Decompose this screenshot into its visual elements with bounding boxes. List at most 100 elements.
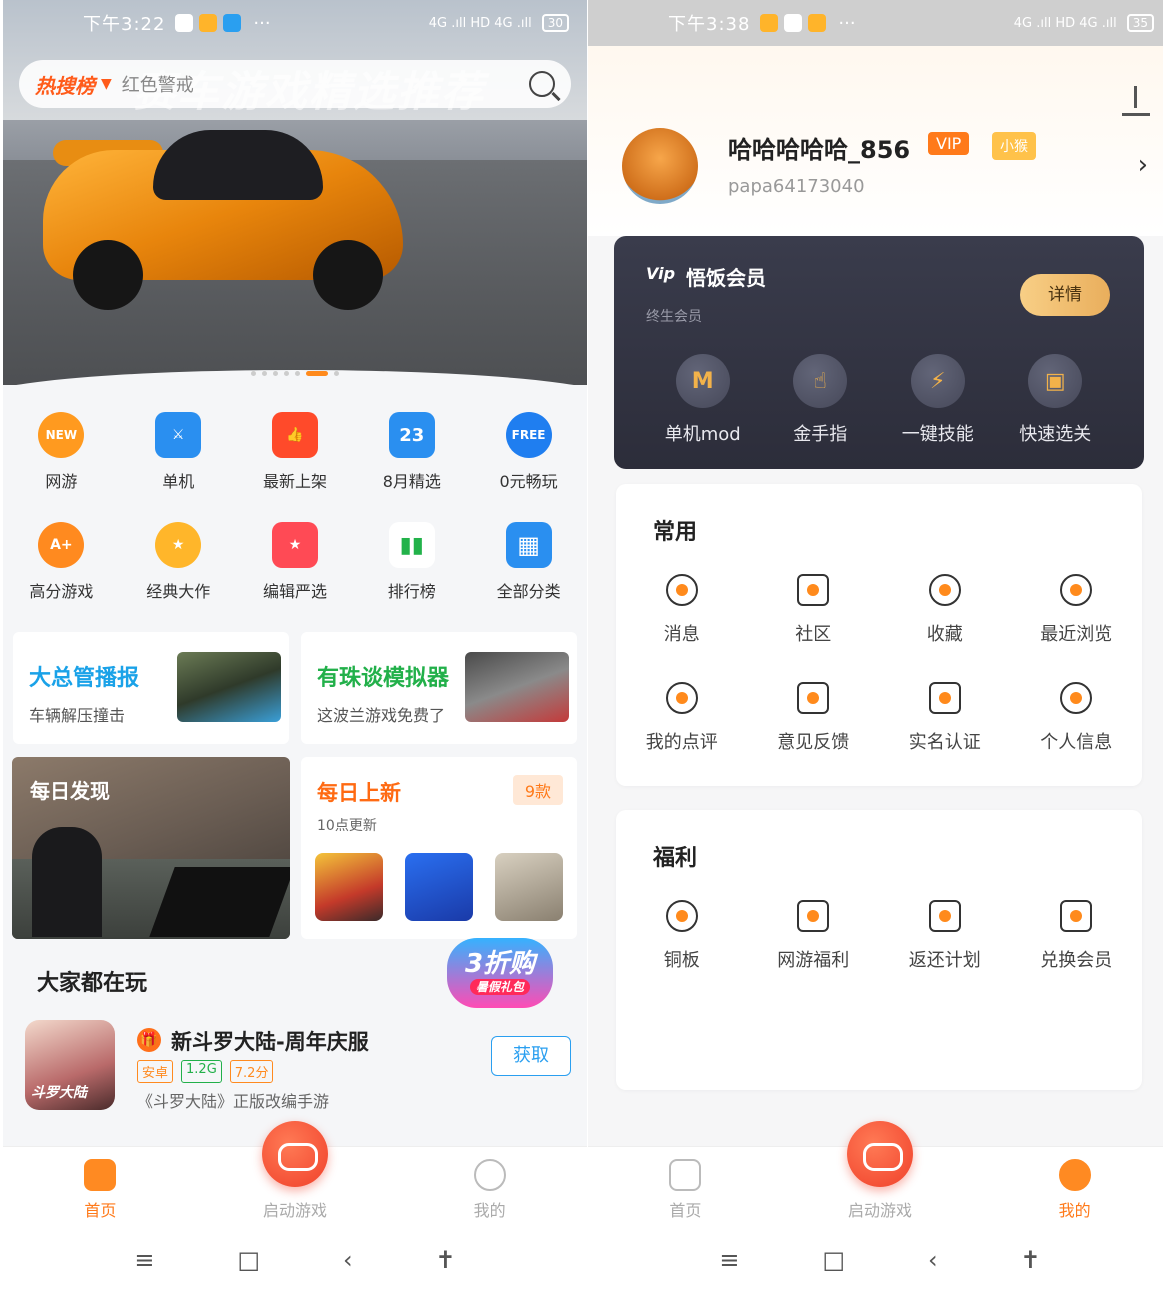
category-monthly[interactable]: 23 8月精选 xyxy=(353,412,470,492)
notification-icon xyxy=(760,14,779,32)
menu-icon[interactable]: ≡ xyxy=(719,1246,739,1274)
menu-favorites[interactable]: 收藏 xyxy=(879,574,1011,646)
daily-discover-card[interactable]: 每日发现 xyxy=(12,757,290,939)
search-icon[interactable] xyxy=(529,71,555,97)
avatar[interactable] xyxy=(622,128,698,204)
category-label: 排行榜 xyxy=(387,582,436,601)
promo-card-simulator[interactable]: 有珠谈模拟器 这波兰游戏免费了 xyxy=(301,632,577,744)
game-thumbnail[interactable]: 斗罗大陆 xyxy=(25,1020,115,1110)
tab-launch-game[interactable]: 启动游戏 xyxy=(783,1121,978,1226)
status-bar: 下午3:38 ··· 4G .ıll HD 4G .ıll 35 xyxy=(588,0,1163,46)
menu-feedback[interactable]: 意见反馈 xyxy=(748,682,880,754)
feature-skill[interactable]: ⚡ 一键技能 xyxy=(879,354,997,446)
daily-new-card[interactable]: 每日上新 9款 10点更新 xyxy=(301,757,577,939)
tab-label: 启动游戏 xyxy=(263,1201,328,1220)
basket-icon: ★ xyxy=(271,522,318,568)
home-screen: 赛车游戏精选推荐 下午3:22 ··· 4G .ıll HD 4G .ıll 3… xyxy=(3,0,587,1293)
thumbs-up-icon: 👍 xyxy=(271,412,318,458)
promo-title: 有珠谈模拟器 xyxy=(317,666,450,691)
new-game-thumb[interactable] xyxy=(495,853,563,921)
category-ranking[interactable]: ▮▮ 排行榜 xyxy=(353,522,470,602)
star-icon xyxy=(928,574,961,606)
menu-reviews[interactable]: 我的点评 xyxy=(616,682,748,754)
sale-badge-text: 3折购 xyxy=(464,949,536,979)
free-icon: FREE xyxy=(505,412,552,458)
size-tag: 1.2G xyxy=(181,1060,222,1083)
accessibility-icon[interactable]: ✝ xyxy=(435,1246,455,1274)
category-label: 高分游戏 xyxy=(29,582,94,601)
qq-icon xyxy=(175,14,194,32)
accessibility-icon[interactable]: ✝ xyxy=(1020,1246,1040,1274)
category-label: 8月精选 xyxy=(382,472,441,491)
id-card-icon xyxy=(928,682,961,714)
category-online[interactable]: NEW 网游 xyxy=(3,412,120,492)
menu-profile[interactable]: 个人信息 xyxy=(1011,682,1143,754)
home-nav-icon[interactable]: □ xyxy=(237,1246,260,1274)
category-editor-pick[interactable]: ★ 编辑严选 xyxy=(237,522,354,602)
feature-level-select[interactable]: ▣ 快速选关 xyxy=(997,354,1115,446)
category-new[interactable]: 👍 最新上架 xyxy=(237,412,354,492)
hero-banner[interactable]: 赛车游戏精选推荐 xyxy=(3,0,587,385)
tab-home[interactable]: 首页 xyxy=(3,1147,198,1226)
category-classic[interactable]: ★ 经典大作 xyxy=(120,522,237,602)
gamepad-icon[interactable] xyxy=(847,1121,913,1187)
menu-redeem-vip[interactable]: 兑换会员 xyxy=(1011,900,1143,972)
search-input[interactable]: 红色警戒 xyxy=(122,71,194,97)
common-panel: 常用 消息 社区 收藏 最近浏览 我的点评 意见反馈 实名认证 个人信息 xyxy=(616,484,1142,786)
back-icon[interactable]: ‹ xyxy=(343,1246,353,1274)
section-title: 大家都在玩 xyxy=(37,971,148,996)
search-bar[interactable]: 热搜榜 ▼ 红色警戒 xyxy=(19,60,571,108)
chevron-down-icon[interactable]: ▼ xyxy=(101,76,112,92)
more-icon: ··· xyxy=(838,12,856,34)
category-high-score[interactable]: A+ 高分游戏 xyxy=(3,522,120,602)
menu-refund-plan[interactable]: 返还计划 xyxy=(879,900,1011,972)
tab-home[interactable]: 首页 xyxy=(588,1147,783,1226)
menu-label: 意见反馈 xyxy=(777,732,850,753)
new-game-thumb[interactable] xyxy=(315,853,383,921)
tab-label: 首页 xyxy=(84,1201,117,1220)
tab-label: 首页 xyxy=(669,1201,702,1220)
category-free[interactable]: FREE 0元畅玩 xyxy=(470,412,587,492)
tab-mine[interactable]: 我的 xyxy=(977,1147,1163,1226)
welfare-panel: 福利 铜板 网游福利 返还计划 兑换会员 xyxy=(616,810,1142,1090)
feature-label: 金手指 xyxy=(793,424,848,445)
menu-id-verify[interactable]: 实名认证 xyxy=(879,682,1011,754)
feature-cheat[interactable]: ☝ 金手指 xyxy=(762,354,880,446)
gamepad-icon[interactable] xyxy=(262,1121,328,1187)
status-time: 下午3:22 xyxy=(83,14,166,35)
history-icon xyxy=(1060,574,1093,606)
sale-badge[interactable]: 3折购 暑假礼包 xyxy=(447,938,553,1008)
feature-mod[interactable]: M 单机mod xyxy=(644,354,762,446)
hot-search-tag[interactable]: 热搜榜 xyxy=(35,70,95,99)
tab-label: 启动游戏 xyxy=(848,1201,913,1220)
category-all[interactable]: ▦ 全部分类 xyxy=(470,522,587,602)
category-single[interactable]: ⚔ 单机 xyxy=(120,412,237,492)
get-button[interactable]: 获取 xyxy=(491,1036,571,1076)
download-icon[interactable] xyxy=(1122,86,1150,116)
new-game-thumb[interactable] xyxy=(405,853,473,921)
menu-community[interactable]: 社区 xyxy=(748,574,880,646)
game-list-item[interactable]: 斗罗大陆 🎁 新斗罗大陆-周年庆服 安卓 1.2G 7.2分 《斗罗大陆》正版改… xyxy=(25,1020,571,1116)
vip-card-title: 悟饭会员 xyxy=(686,266,766,290)
soldier-silhouette xyxy=(32,827,102,937)
menu-history[interactable]: 最近浏览 xyxy=(1011,574,1143,646)
menu-icon[interactable]: ≡ xyxy=(134,1246,154,1274)
system-nav-bar: ≡ □ ‹ ✝ xyxy=(3,1226,587,1293)
chevron-right-icon[interactable]: › xyxy=(1138,150,1148,180)
tab-launch-game[interactable]: 启动游戏 xyxy=(198,1121,393,1226)
menu-coins[interactable]: 铜板 xyxy=(616,900,748,972)
feedback-icon xyxy=(797,682,830,714)
profile-icon xyxy=(1060,682,1093,714)
review-icon xyxy=(665,682,698,714)
menu-online-welfare[interactable]: 网游福利 xyxy=(748,900,880,972)
details-button[interactable]: 详情 xyxy=(1020,274,1110,316)
back-icon[interactable]: ‹ xyxy=(928,1246,938,1274)
home-nav-icon[interactable]: □ xyxy=(822,1246,845,1274)
promo-card-broadcast[interactable]: 大总管播报 车辆解压撞击 xyxy=(13,632,289,744)
tab-mine[interactable]: 我的 xyxy=(392,1147,587,1226)
message-icon xyxy=(665,574,698,606)
game-description: 《斗罗大陆》正版改编手游 xyxy=(137,1092,330,1111)
common-title: 常用 xyxy=(653,520,698,545)
carousel-dots[interactable] xyxy=(3,363,587,383)
menu-message[interactable]: 消息 xyxy=(616,574,748,646)
